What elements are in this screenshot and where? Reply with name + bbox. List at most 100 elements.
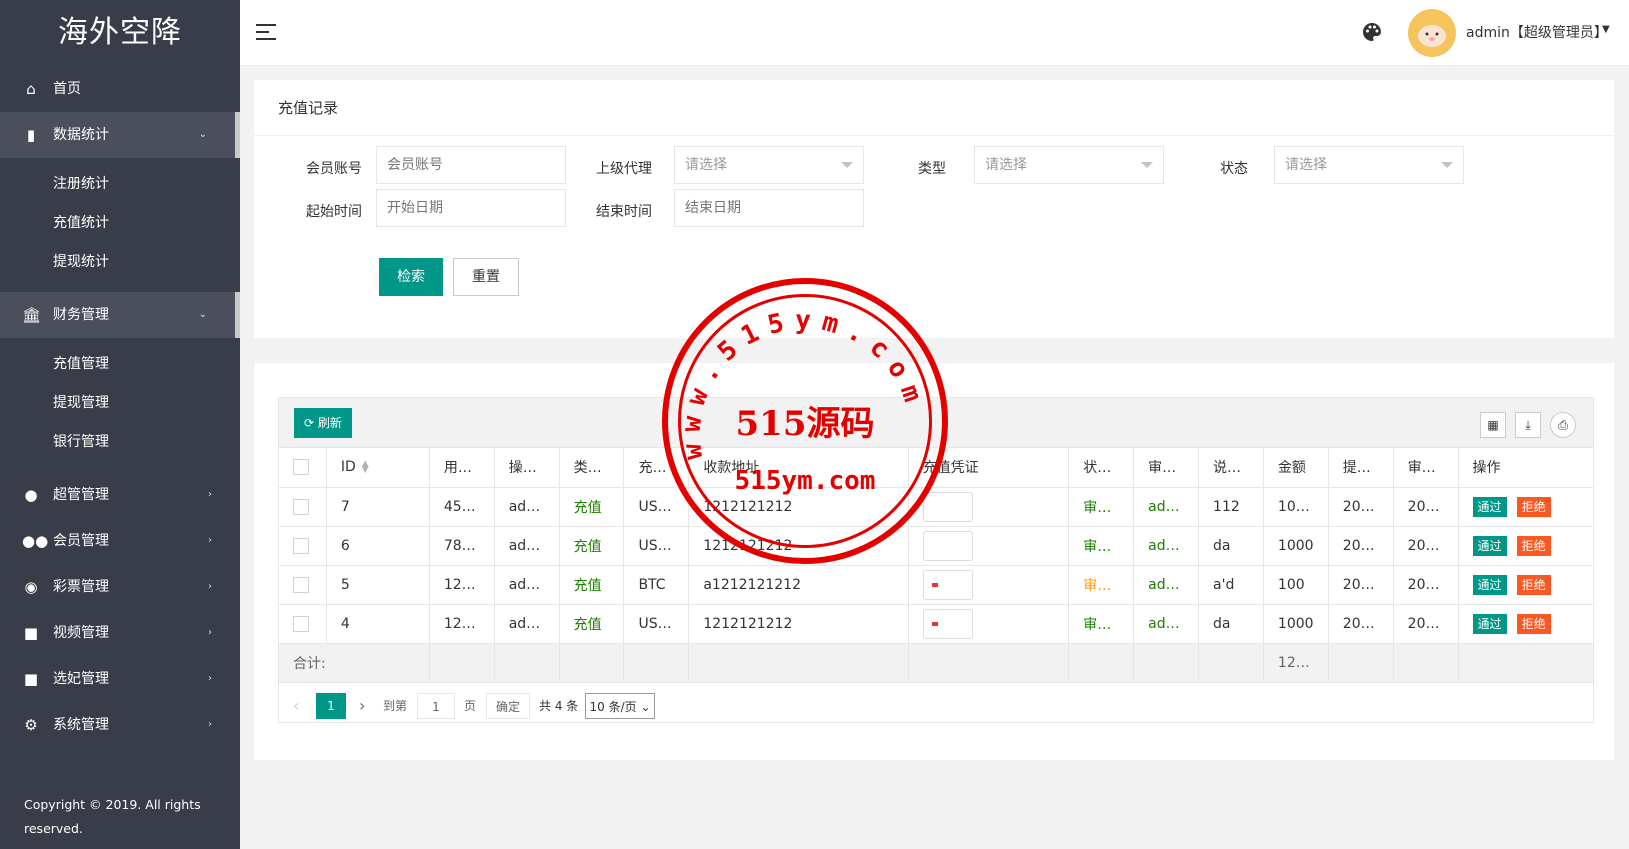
export-icon[interactable]: ⤓ (1515, 412, 1541, 438)
member-label: 会员账号 (306, 161, 362, 177)
voucher-image[interactable] (922, 608, 973, 639)
gear-icon: ⚙ (24, 716, 38, 734)
col-type[interactable]: 类… ▲ ▼ (559, 448, 625, 488)
cell-audit-time: 20… (1393, 604, 1459, 644)
sort-icon[interactable]: ▲ ▼ (1247, 461, 1254, 476)
sidebar-item-superadmin[interactable]: ● 超管管理 › (0, 472, 240, 518)
sort-icon[interactable]: ▲ ▼ (362, 460, 369, 475)
col-voucher: 充值凭证 (908, 448, 1070, 488)
palette-icon[interactable] (1362, 22, 1382, 42)
chevron-right-icon: › (208, 719, 212, 730)
cell-submit-time: 20… (1328, 526, 1394, 566)
reject-button[interactable]: 拒绝 (1516, 535, 1551, 556)
agent-select[interactable]: 请选择 (674, 146, 864, 184)
bar-chart-icon: ▮ (26, 126, 36, 144)
type-select[interactable]: 请选择 (974, 146, 1164, 184)
row-checkbox[interactable] (293, 498, 309, 515)
col-id[interactable]: ID ▲ ▼ (326, 448, 430, 488)
goto-label: 到第 (383, 699, 408, 713)
next-page-icon[interactable]: › (359, 693, 365, 719)
caret-down-icon[interactable]: ▼ (1602, 24, 1610, 35)
status-label: 状态 (1220, 161, 1248, 177)
prev-page-icon[interactable]: ‹ (293, 693, 299, 719)
table-card: ⟳ 刷新 ▦ ⤓ ⎙ ID ▲ ▼ 用… 操… 类… ▲ ▼ 充… 收款地址 充… (254, 363, 1614, 760)
sidebar-item-lottery[interactable]: ◉ 彩票管理 › (0, 564, 240, 610)
reset-button[interactable]: 重置 (453, 258, 519, 296)
goto-page-input[interactable]: 1 (417, 693, 455, 719)
sidebar-item-home[interactable]: ⌂ 首页 (0, 66, 240, 112)
approve-button[interactable]: 通过 (1472, 574, 1507, 595)
chevron-down-icon: ⌄ (198, 309, 207, 320)
chevron-down-icon: ⌄ (198, 129, 207, 140)
sidebar-item-finance[interactable]: 🏛 财务管理 ⌄ (0, 292, 240, 338)
sidebar-item-video[interactable]: ■ 视频管理 › (0, 610, 240, 656)
end-date-input[interactable] (674, 189, 864, 227)
reject-button[interactable]: 拒绝 (1516, 613, 1551, 634)
chevron-down-icon: ⌄ (640, 700, 651, 714)
sidebar-item-label: 彩票管理 (53, 579, 109, 595)
cell-amount: 10… (1263, 487, 1329, 527)
status-select[interactable]: 请选择 (1274, 146, 1464, 184)
col-status[interactable]: 状… ▲ ▼ (1068, 448, 1135, 488)
cell-operator: ad… (494, 565, 560, 605)
chevron-right-icon: › (208, 673, 212, 684)
end-time-label: 结束时间 (596, 204, 652, 220)
cell-voucher (908, 565, 1070, 605)
sidebar-subitem-withdraw-stats[interactable]: 提现统计 (0, 243, 240, 282)
search-button[interactable]: 检索 (379, 258, 443, 296)
approve-button[interactable]: 通过 (1472, 613, 1507, 634)
approve-button[interactable]: 通过 (1472, 496, 1507, 517)
start-date-input[interactable] (376, 189, 566, 227)
submenu-data-stats: 注册统计 充值统计 提现统计 (0, 158, 240, 292)
col-note[interactable]: 说… ▲ ▼ (1198, 448, 1264, 488)
total-label: 合计: (279, 643, 430, 683)
cell-status: 审核拒绝 (1068, 565, 1135, 605)
user-name[interactable]: admin【超级管理员】 (1466, 22, 1608, 42)
select-all-checkbox[interactable] (293, 459, 309, 476)
sidebar-item-selection[interactable]: ■ 选妃管理 › (0, 656, 240, 702)
cell-auditor: admin (1133, 565, 1200, 605)
cell-status: 审核通过 (1068, 604, 1135, 644)
cell-audit-time: 20… (1393, 526, 1459, 566)
cell-actions: 通过 拒绝 (1458, 526, 1593, 566)
row-checkbox[interactable] (293, 615, 309, 632)
cell-note: a'd (1198, 565, 1264, 605)
sidebar-subitem-bank-manage[interactable]: 银行管理 (0, 423, 240, 462)
voucher-image[interactable] (922, 569, 973, 600)
sidebar-subitem-recharge-manage[interactable]: 充值管理 (0, 345, 240, 384)
goto-confirm-button[interactable]: 确定 (486, 693, 530, 719)
sidebar-subitem-register-stats[interactable]: 注册统计 (0, 165, 240, 204)
cell-address: 1212121212 (688, 526, 909, 566)
sidebar-item-members[interactable]: ●● 会员管理 › (0, 518, 240, 564)
sort-icon[interactable]: ▲ ▼ (1117, 461, 1124, 476)
voucher-image[interactable] (922, 491, 973, 522)
sidebar-item-label: 系统管理 (53, 717, 109, 733)
records-table: ID ▲ ▼ 用… 操… 类… ▲ ▼ 充… 收款地址 充值凭证 状… ▲ ▼ 审… 说… ▲… (279, 448, 1593, 683)
row-checkbox[interactable] (293, 576, 309, 593)
table-row: 412…ad…充值US…1212121212审核通过adminda100020…… (279, 604, 1593, 644)
row-checkbox[interactable] (293, 537, 309, 554)
sidebar-item-data-stats[interactable]: ▮ 数据统计 ⌄ (0, 112, 240, 158)
sidebar-subitem-recharge-stats[interactable]: 充值统计 (0, 204, 240, 243)
menu-toggle-icon[interactable] (256, 24, 276, 40)
columns-icon[interactable]: ▦ (1480, 412, 1506, 438)
submenu-finance: 充值管理 提现管理 银行管理 (0, 338, 240, 472)
per-page-select[interactable]: 10 条/页 ⌄ (585, 693, 655, 719)
refresh-button[interactable]: ⟳ 刷新 (294, 408, 352, 438)
caret-down-icon (1441, 162, 1453, 168)
member-account-input[interactable] (376, 146, 566, 184)
page-1[interactable]: 1 (316, 693, 346, 719)
reject-button[interactable]: 拒绝 (1516, 574, 1551, 595)
reject-button[interactable]: 拒绝 (1516, 496, 1551, 517)
cell-voucher (908, 487, 1070, 527)
sidebar-subitem-withdraw-manage[interactable]: 提现管理 (0, 384, 240, 423)
print-icon[interactable]: ⎙ (1550, 412, 1576, 438)
col-amount: 金额 (1263, 448, 1329, 488)
cell-operator: ad… (494, 526, 560, 566)
sidebar-item-system[interactable]: ⚙ 系统管理 › (0, 702, 240, 748)
refresh-icon: ⟳ (304, 416, 315, 430)
voucher-image[interactable] (922, 530, 973, 561)
avatar[interactable] (1408, 9, 1456, 57)
sort-icon[interactable]: ▲ ▼ (608, 461, 615, 476)
approve-button[interactable]: 通过 (1472, 535, 1507, 556)
